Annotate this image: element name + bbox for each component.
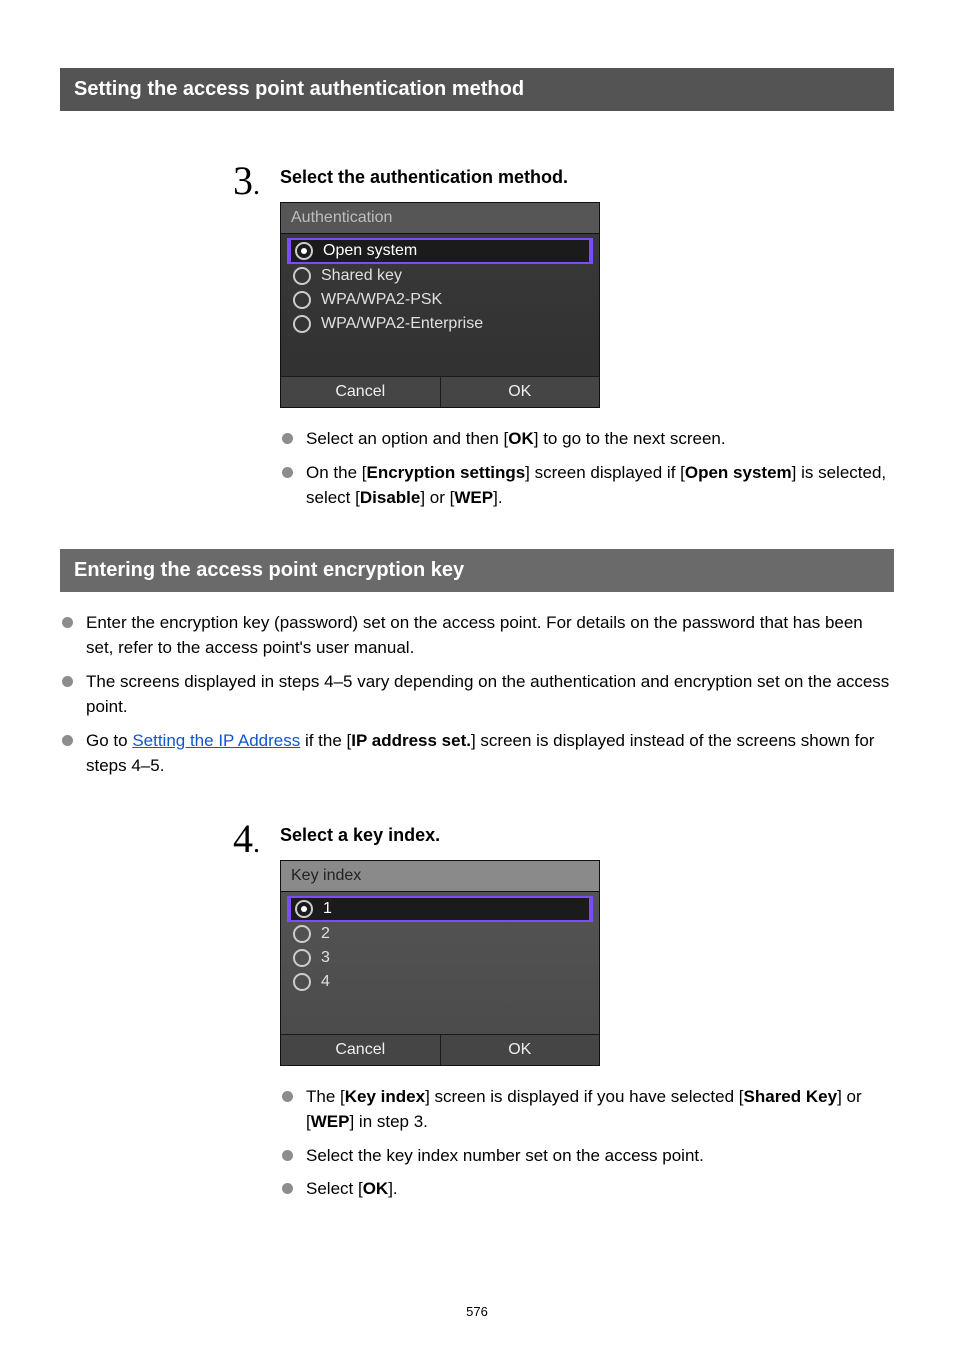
cancel-button[interactable]: Cancel: [281, 1035, 440, 1065]
section-header-auth: Setting the access point authentication …: [60, 68, 894, 111]
text: ] or [: [420, 488, 454, 507]
dialog-buttons: Cancel OK: [281, 376, 599, 407]
radio-selected-icon: [295, 900, 313, 918]
text-bold: Shared Key: [744, 1087, 838, 1106]
text: if the [: [300, 731, 351, 750]
auth-option-shared-key[interactable]: Shared key: [287, 264, 593, 288]
option-label: 1: [323, 900, 332, 918]
ok-button[interactable]: OK: [440, 1035, 600, 1065]
option-label: Open system: [323, 242, 417, 260]
option-label: WPA/WPA2-PSK: [321, 291, 442, 309]
text: Go to: [86, 731, 132, 750]
step-4-title: Select a key index.: [280, 825, 894, 846]
text: ] screen displayed if [: [525, 463, 685, 482]
radio-icon: [293, 949, 311, 967]
text-bold: IP address set.: [351, 731, 471, 750]
key-index-option-1[interactable]: 1: [287, 896, 593, 922]
page-number: 576: [0, 1304, 954, 1319]
key-index-option-2[interactable]: 2: [287, 922, 593, 946]
text: The [: [306, 1087, 345, 1106]
step-3: 3. Select the authentication method. Aut…: [190, 167, 894, 519]
enc-intro-2: The screens displayed in steps 4–5 vary …: [60, 669, 894, 720]
text: Select an option and then [: [306, 429, 508, 448]
cancel-button[interactable]: Cancel: [281, 377, 440, 407]
step-4-content: Select a key index. Key index 1 2 3: [266, 825, 894, 1210]
text: ] to go to the next screen.: [534, 429, 726, 448]
dialog-body: 1 2 3 4: [281, 892, 599, 1034]
option-label: 4: [321, 973, 330, 991]
auth-option-wpa-enterprise[interactable]: WPA/WPA2-Enterprise: [287, 312, 593, 336]
option-label: 3: [321, 949, 330, 967]
section-header-encryption: Entering the access point encryption key: [60, 549, 894, 592]
text-bold: OK: [508, 429, 534, 448]
step-4: 4. Select a key index. Key index 1 2: [190, 825, 894, 1210]
dialog-title: Key index: [281, 861, 599, 892]
text: ].: [493, 488, 502, 507]
text-bold: Open system: [685, 463, 792, 482]
step-3-notes: Select an option and then [OK] to go to …: [280, 426, 894, 511]
text-bold: Key index: [345, 1087, 425, 1106]
step-number-value: 3: [233, 158, 253, 203]
option-label: WPA/WPA2-Enterprise: [321, 315, 483, 333]
dialog-spacer: [287, 994, 593, 1032]
step-4-notes: The [Key index] screen is displayed if y…: [280, 1084, 894, 1202]
text-bold: Encryption settings: [366, 463, 525, 482]
step-3-content: Select the authentication method. Authen…: [266, 167, 894, 519]
key-index-dialog: Key index 1 2 3: [280, 860, 600, 1066]
radio-icon: [293, 291, 311, 309]
text: ] in step 3.: [349, 1112, 427, 1131]
step-number: 4.: [190, 819, 266, 859]
radio-selected-icon: [295, 242, 313, 260]
text-bold: WEP: [454, 488, 493, 507]
radio-icon: [293, 973, 311, 991]
radio-icon: [293, 925, 311, 943]
step-number-dot: .: [253, 828, 260, 859]
text: Select [: [306, 1179, 363, 1198]
dialog-spacer: [287, 336, 593, 374]
ip-address-link[interactable]: Setting the IP Address: [132, 731, 300, 750]
radio-icon: [293, 267, 311, 285]
text-bold: WEP: [311, 1112, 350, 1131]
enc-intro-1: Enter the encryption key (password) set …: [60, 610, 894, 661]
key-index-option-4[interactable]: 4: [287, 970, 593, 994]
step-number: 3.: [190, 161, 266, 201]
encryption-intro-list: Enter the encryption key (password) set …: [60, 610, 894, 779]
key-index-option-3[interactable]: 3: [287, 946, 593, 970]
step-3-note-1: Select an option and then [OK] to go to …: [280, 426, 894, 452]
option-label: 2: [321, 925, 330, 943]
text-bold: OK: [363, 1179, 389, 1198]
step-number-dot: .: [253, 170, 260, 201]
step-4-note-3: Select [OK].: [280, 1176, 894, 1202]
step-number-value: 4: [233, 816, 253, 861]
step-4-note-1: The [Key index] screen is displayed if y…: [280, 1084, 894, 1135]
step-3-note-2: On the [Encryption settings] screen disp…: [280, 460, 894, 511]
text: ].: [388, 1179, 397, 1198]
option-label: Shared key: [321, 267, 402, 285]
dialog-buttons: Cancel OK: [281, 1034, 599, 1065]
step-4-note-2: Select the key index number set on the a…: [280, 1143, 894, 1169]
auth-option-wpa-psk[interactable]: WPA/WPA2-PSK: [287, 288, 593, 312]
dialog-body: Open system Shared key WPA/WPA2-PSK WPA/…: [281, 234, 599, 376]
step-3-title: Select the authentication method.: [280, 167, 894, 188]
auth-option-open-system[interactable]: Open system: [287, 238, 593, 264]
page: Setting the access point authentication …: [0, 0, 954, 1345]
enc-intro-3: Go to Setting the IP Address if the [IP …: [60, 728, 894, 779]
authentication-dialog: Authentication Open system Shared key WP…: [280, 202, 600, 408]
text: On the [: [306, 463, 366, 482]
radio-icon: [293, 315, 311, 333]
text: ] screen is displayed if you have select…: [425, 1087, 743, 1106]
dialog-title: Authentication: [281, 203, 599, 234]
ok-button[interactable]: OK: [440, 377, 600, 407]
text-bold: Disable: [360, 488, 420, 507]
